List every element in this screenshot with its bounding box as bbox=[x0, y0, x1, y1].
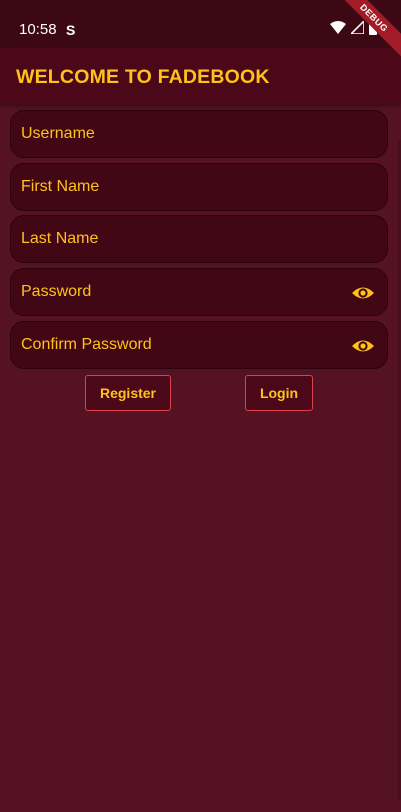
status-bar: 10:58 S bbox=[0, 0, 401, 48]
eye-icon[interactable] bbox=[351, 282, 375, 304]
page-title: WELCOME TO FADEBOOK bbox=[16, 66, 270, 88]
last-name-label: Last Name bbox=[21, 230, 99, 247]
first-name-field[interactable]: First Name bbox=[10, 163, 388, 211]
eye-icon[interactable] bbox=[351, 335, 375, 357]
status-time: 10:58 bbox=[19, 21, 57, 38]
username-label: Username bbox=[21, 125, 95, 142]
signal-icon bbox=[349, 19, 365, 39]
app-bar: WELCOME TO FADEBOOK bbox=[0, 48, 401, 104]
password-label: Password bbox=[21, 283, 92, 300]
confirm-password-field[interactable]: Confirm Password bbox=[10, 321, 388, 369]
sim-icon: S bbox=[66, 22, 76, 38]
login-button[interactable]: Login bbox=[245, 375, 313, 411]
app-screen: 10:58 S DEBUG WELCOME TO FADEBOOK Userna… bbox=[0, 0, 401, 812]
confirm-password-label: Confirm Password bbox=[21, 336, 152, 353]
register-button[interactable]: Register bbox=[85, 375, 171, 411]
password-field[interactable]: Password bbox=[10, 268, 388, 316]
last-name-field[interactable]: Last Name bbox=[10, 215, 388, 263]
first-name-label: First Name bbox=[21, 178, 100, 195]
wifi-icon bbox=[330, 21, 346, 39]
username-field[interactable]: Username bbox=[10, 110, 388, 158]
